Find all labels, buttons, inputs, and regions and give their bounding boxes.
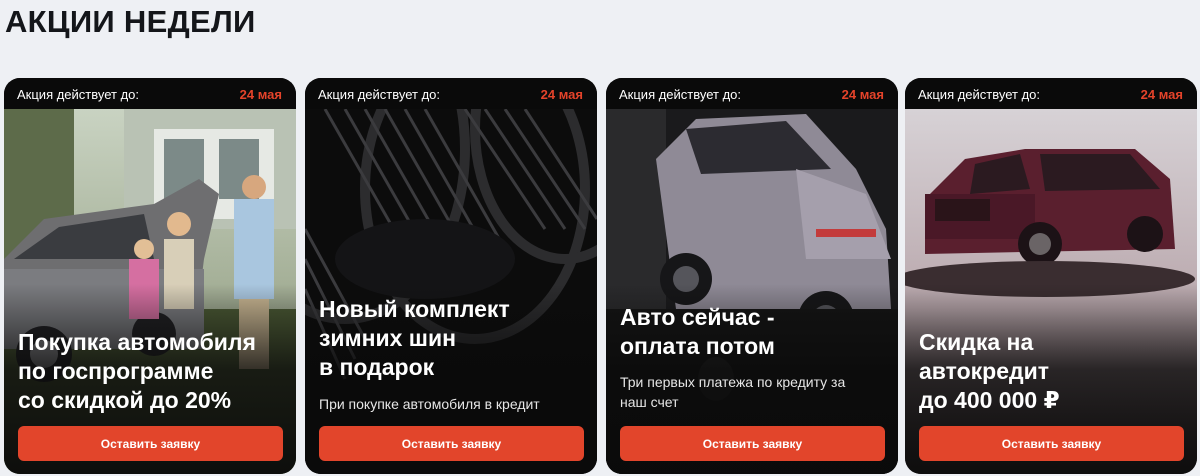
submit-request-button[interactable]: Оставить заявку xyxy=(620,426,885,461)
card-header: Акция действует до: 24 мая xyxy=(606,78,898,109)
deadline-label: Акция действует до: xyxy=(918,87,1041,102)
promo-card-winter-tires[interactable]: Акция действует до: 24 мая Новый комплек… xyxy=(305,78,597,474)
deadline-date: 24 мая xyxy=(239,87,282,102)
deadline-date: 24 мая xyxy=(540,87,583,102)
family-with-suv-photo xyxy=(4,109,296,474)
card-header: Акция действует до: 24 мая xyxy=(305,78,597,109)
grey-crossover-photo xyxy=(606,109,898,474)
deadline-date: 24 мая xyxy=(841,87,884,102)
promo-card-state-program[interactable]: Акция действует до: 24 мая Покупка автом… xyxy=(4,78,296,474)
submit-request-button[interactable]: Оставить заявку xyxy=(319,426,584,461)
card-header: Акция действует до: 24 мая xyxy=(905,78,1197,109)
deadline-date: 24 мая xyxy=(1140,87,1183,102)
deadline-label: Акция действует до: xyxy=(318,87,441,102)
promo-card-drive-now-pay-later[interactable]: Акция действует до: 24 мая Авто сейчас -… xyxy=(606,78,898,474)
burgundy-suv-photo xyxy=(905,109,1197,474)
card-title: Скидка на автокредит до 400 000 ₽ xyxy=(919,329,1060,413)
deadline-label: Акция действует до: xyxy=(17,87,140,102)
tires-photo xyxy=(305,109,597,474)
section-title: АКЦИИ НЕДЕЛИ xyxy=(5,4,256,39)
deadline-label: Акция действует до: xyxy=(619,87,742,102)
card-title: Покупка автомобиля по госпрограмме со ск… xyxy=(18,329,256,413)
submit-request-button[interactable]: Оставить заявку xyxy=(18,426,283,461)
promo-cards: Акция действует до: 24 мая Покупка автом… xyxy=(4,78,1200,476)
promo-card-credit-discount[interactable]: Акция действует до: 24 мая Скидка на авт… xyxy=(905,78,1197,474)
card-header: Акция действует до: 24 мая xyxy=(4,78,296,109)
card-title: Авто сейчас - оплата потом xyxy=(620,304,775,359)
card-description: Три первых платежа по кредиту за наш сче… xyxy=(620,374,846,410)
card-description: При покупке автомобиля в кредит xyxy=(319,396,540,412)
card-title: Новый комплект зимних шин в подарок xyxy=(319,296,510,380)
submit-request-button[interactable]: Оставить заявку xyxy=(919,426,1184,461)
